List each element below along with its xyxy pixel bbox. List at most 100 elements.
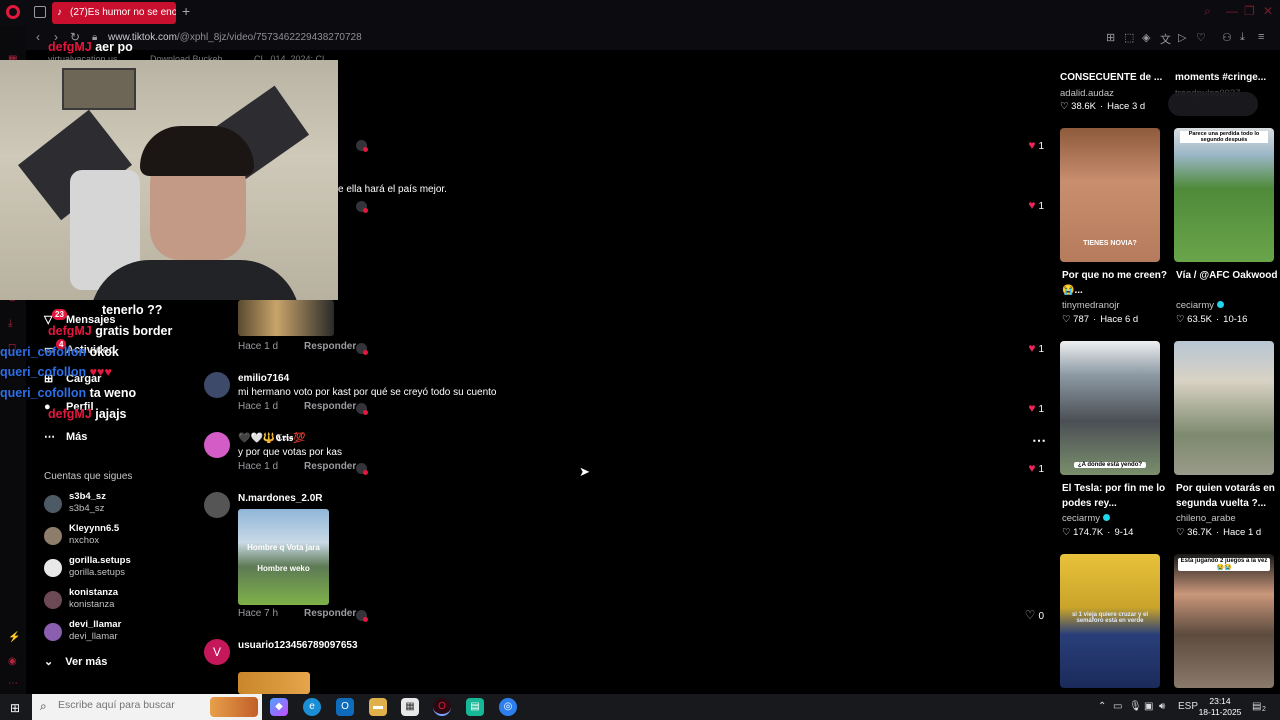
heart-outline-icon: ♡ xyxy=(1060,101,1072,112)
app-icon[interactable]: ◎ xyxy=(499,698,517,716)
sidebar-app-icon[interactable]: ⚡ xyxy=(8,632,20,643)
comment-username[interactable]: usuario123456789097653 xyxy=(238,640,358,651)
video-title: El Tesla: por fin me lo podes rey... xyxy=(1062,483,1166,509)
comment-options-icon[interactable]: ⋯ xyxy=(1032,432,1046,449)
close-window-icon[interactable]: ✕ xyxy=(1263,4,1273,18)
video-author[interactable]: tinymedranojr xyxy=(1062,300,1120,311)
followed-account[interactable]: Kleyynn6.5 nxchox xyxy=(44,523,204,553)
gift-icon[interactable] xyxy=(356,201,368,213)
comment-username[interactable]: 🖤🤍🔱𝕮𝖗𝖎𝖘💯 xyxy=(238,433,306,444)
video-thumbnail[interactable]: Parece una perdida todo lo segundo despu… xyxy=(1174,128,1274,262)
opera-logo-icon[interactable] xyxy=(6,5,20,19)
video-thumbnail[interactable]: TIENES NOVIA? xyxy=(1060,128,1160,262)
avatar[interactable] xyxy=(204,492,230,518)
avatar[interactable] xyxy=(204,432,230,458)
taskbar-clock[interactable]: 23:14 18-11-2025 xyxy=(1198,696,1242,718)
app-icon[interactable]: ▤ xyxy=(466,698,484,716)
like-number: 1 xyxy=(1038,344,1044,355)
browser-tab-active[interactable]: ♪ (27)Es humor no se enoje xyxy=(52,2,176,24)
tray-app-icon[interactable]: ▭ xyxy=(1113,701,1122,712)
comment-image[interactable] xyxy=(238,672,310,694)
gift-icon[interactable] xyxy=(356,403,368,415)
tab-islands-icon[interactable] xyxy=(34,6,46,18)
url-field[interactable]: www.tiktok.com/@xphl_8jz/video/757346222… xyxy=(108,32,362,43)
comment-sticker-image[interactable]: Hombre q Vota jara Hombre weko xyxy=(238,509,329,605)
avatar[interactable] xyxy=(204,372,230,398)
see-more-button[interactable]: ⌄ Ver más xyxy=(44,655,107,668)
reply-button[interactable]: Responder xyxy=(304,341,356,352)
maximize-icon[interactable]: ❐ xyxy=(1244,4,1255,18)
like-count[interactable]: ♡ 0 xyxy=(1025,608,1044,622)
windows-start-icon[interactable]: ⊞ xyxy=(10,701,20,715)
tray-chevron-icon[interactable]: ⌃ xyxy=(1098,701,1106,712)
like-count[interactable]: ♥ 1 xyxy=(1028,198,1044,212)
translate-icon[interactable]: 文 xyxy=(1160,31,1171,47)
minimize-icon[interactable]: — xyxy=(1226,4,1238,18)
chat-text: aer po xyxy=(95,40,133,54)
new-tab-button[interactable]: + xyxy=(182,3,190,19)
heart-filled-icon: ♥ xyxy=(1028,461,1036,475)
video-author[interactable]: ceciarmy xyxy=(1176,300,1225,311)
copilot-icon[interactable]: ◆ xyxy=(270,698,288,716)
avatar[interactable]: V xyxy=(204,639,230,665)
video-float-controls[interactable] xyxy=(1168,92,1258,116)
like-count[interactable]: ♥ 1 xyxy=(1028,401,1044,415)
video-author[interactable]: adalid.audaz xyxy=(1060,88,1114,99)
video-thumbnail[interactable]: ¿A dónde está yendo? xyxy=(1060,341,1160,475)
comment-image[interactable] xyxy=(238,300,334,336)
gift-icon[interactable] xyxy=(356,343,368,355)
microphone-icon[interactable]: 🎙︎ xyxy=(1129,701,1142,712)
opera-gx-icon[interactable]: O xyxy=(433,698,451,716)
vpn-icon[interactable]: ◈ xyxy=(1142,31,1150,44)
video-thumbnail[interactable]: Está jugando 2 juegos a la vez 😭😭 xyxy=(1174,554,1274,688)
sidebar-download-icon[interactable]: ⤓ xyxy=(8,318,12,329)
notification-icon[interactable]: ▤ xyxy=(1252,701,1261,712)
video-thumbnail[interactable]: si 1 vieja quiere cruzar y el semáforo e… xyxy=(1060,554,1160,688)
player-icon[interactable]: ▷ xyxy=(1178,31,1186,44)
tray-app-icon[interactable]: ▣ xyxy=(1144,701,1153,712)
taskbar-search[interactable]: ⌕ xyxy=(32,694,262,720)
download-icon[interactable]: ⤓ xyxy=(1240,31,1245,44)
like-count[interactable]: ♥ 1 xyxy=(1028,138,1044,152)
back-icon[interactable]: ‹ xyxy=(36,30,40,44)
like-count[interactable]: ♥ 1 xyxy=(1028,461,1044,475)
wall-calendar xyxy=(62,68,136,110)
reply-button[interactable]: Responder xyxy=(304,401,356,412)
video-stats: ♡ 174.7K · 9-14 xyxy=(1062,527,1133,538)
reply-button[interactable]: Responder xyxy=(304,461,356,472)
followed-account[interactable]: konistanza konistanza xyxy=(44,587,204,617)
video-thumbnail[interactable] xyxy=(1174,341,1274,475)
reply-button[interactable]: Responder xyxy=(304,608,356,619)
store-icon[interactable]: ▦ xyxy=(401,698,419,716)
followed-account[interactable]: devi_llamar devi_llamar xyxy=(44,619,204,649)
followed-account[interactable]: gorilla.setups gorilla.setups xyxy=(44,555,204,585)
comment-username[interactable]: emilio7164 xyxy=(238,373,289,384)
sidebar-more-icon[interactable]: ⋯ xyxy=(8,678,18,689)
heart-icon[interactable]: ♡ xyxy=(1196,31,1206,44)
search-tabs-icon[interactable]: ⌕ xyxy=(1204,4,1211,19)
gift-icon[interactable] xyxy=(356,140,368,152)
profile-icon[interactable]: ⚇ xyxy=(1222,31,1232,44)
input-language[interactable]: ESP xyxy=(1178,701,1198,712)
tiktok-left-nav: ▽ Mensajes 23 ▭ Actividad 4 ⊞ Cargar ● Perfi… xyxy=(26,300,206,694)
heart-filled-icon: ♥ xyxy=(1028,198,1036,212)
volume-icon[interactable]: 🔊︎ xyxy=(1159,701,1165,712)
snapshot-icon[interactable]: ⬚ xyxy=(1124,31,1134,44)
outlook-icon[interactable]: O xyxy=(336,698,354,716)
like-count[interactable]: ♥ 1 xyxy=(1028,341,1044,355)
video-author[interactable]: ceciarmy xyxy=(1062,513,1111,524)
nav-item-more[interactable]: ⋯ Más xyxy=(44,430,87,443)
taskbar-search-input[interactable] xyxy=(58,699,198,711)
comment-meta: Hace 7 h Responder xyxy=(238,608,356,619)
sticker-caption: Hombre q Vota jara xyxy=(247,543,320,552)
sidebar-app-icon[interactable]: ◉ xyxy=(8,656,17,667)
gift-icon[interactable] xyxy=(356,463,368,475)
bookmark-icon[interactable]: ⊞ xyxy=(1106,31,1115,44)
edge-icon[interactable]: e xyxy=(303,698,321,716)
followed-account[interactable]: s3b4_sz s3b4_sz xyxy=(44,491,204,521)
menu-icon[interactable]: ≡ xyxy=(1258,31,1264,43)
video-author[interactable]: chileno_arabe xyxy=(1176,513,1236,524)
comment-username[interactable]: N.mardones_2.0R xyxy=(238,493,322,504)
file-explorer-icon[interactable]: ▬ xyxy=(369,698,387,716)
gift-icon[interactable] xyxy=(356,610,368,622)
